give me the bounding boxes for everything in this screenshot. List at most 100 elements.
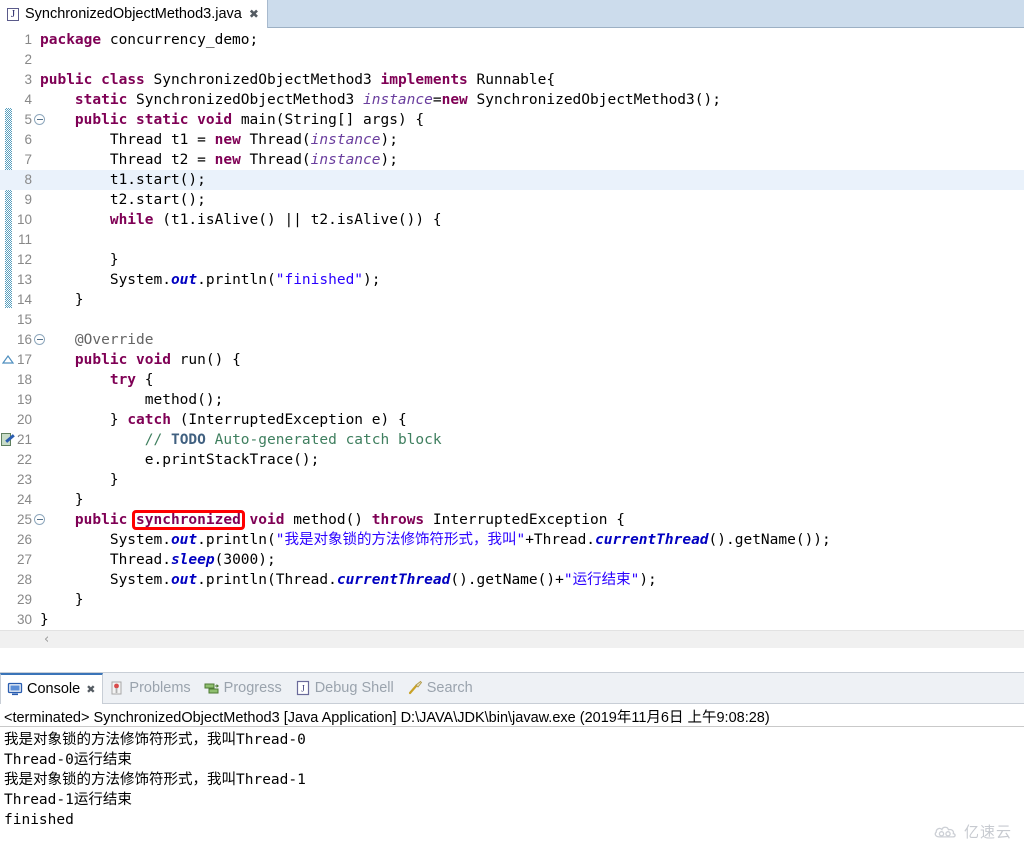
code-line-11[interactable]: 11 — [0, 230, 1024, 250]
code-line-29[interactable]: 29 } — [0, 590, 1024, 610]
todo-task-marker-icon — [1, 433, 15, 447]
code-editor[interactable]: 1 package concurrency_demo; 2 3 public class… — [0, 28, 1024, 648]
console-tab-search[interactable]: Search — [401, 673, 480, 704]
code-line-23[interactable]: 23 } — [0, 470, 1024, 490]
code-line-15[interactable]: 15 — [0, 310, 1024, 330]
code-text-line-26: System.out.println("我是对象锁的方法修饰符形式，我叫"+Th… — [40, 532, 831, 548]
code-line-18[interactable]: 18 try { — [0, 370, 1024, 390]
code-text-line-13: System.out.println("finished"); — [40, 272, 381, 288]
code-text-line-7: Thread t2 = new Thread(instance); — [40, 152, 398, 168]
code-text-line-3: public class SynchronizedObjectMethod3 i… — [40, 72, 556, 88]
line-number-3: 3 — [24, 72, 32, 87]
code-line-27[interactable]: 27 Thread.sleep(3000); — [0, 550, 1024, 570]
line-number-24: 24 — [16, 492, 32, 507]
console-tab-problems[interactable]: Problems — [103, 673, 197, 704]
line-number-12: 12 — [16, 252, 32, 267]
code-text-line-29: } — [40, 592, 84, 608]
code-line-25[interactable]: 25 public synchronized void method() thr… — [0, 510, 1024, 530]
code-line-9[interactable]: 9 t2.start(); — [0, 190, 1024, 210]
code-text-line-1: package concurrency_demo; — [40, 32, 259, 48]
code-line-8[interactable]: 8 t1.start(); — [0, 170, 1024, 190]
code-text-line-12: } — [40, 252, 119, 268]
line-number-8: 8 — [24, 172, 32, 187]
code-line-6[interactable]: 6 Thread t1 = new Thread(instance); — [0, 130, 1024, 150]
code-line-21[interactable]: 21 // TODO Auto-generated catch block — [0, 430, 1024, 450]
java-file-icon: J — [6, 7, 21, 22]
code-text-line-20: } catch (InterruptedException e) { — [40, 412, 407, 428]
line-number-4: 4 — [24, 92, 32, 107]
code-line-26[interactable]: 26 System.out.println("我是对象锁的方法修饰符形式，我叫"… — [0, 530, 1024, 550]
console-tab-label: Progress — [223, 680, 282, 696]
search-icon — [407, 680, 423, 696]
code-text-line-18: try { — [109, 372, 154, 388]
code-line-28[interactable]: 28 System.out.println(Thread.currentThre… — [0, 570, 1024, 590]
console-output-area[interactable]: <terminated> SynchronizedObjectMethod3 [… — [0, 704, 1024, 850]
line-number-23: 23 — [16, 472, 32, 487]
code-line-22[interactable]: 22 e.printStackTrace(); — [0, 450, 1024, 470]
console-tab-progress[interactable]: Progress — [198, 673, 289, 704]
code-text-line-8: t1.start(); — [40, 172, 206, 188]
console-tab-label: Search — [426, 680, 473, 696]
code-line-30[interactable]: 30} — [0, 610, 1024, 630]
line-number-2: 2 — [24, 52, 32, 67]
line-number-29: 29 — [16, 592, 32, 607]
code-line-3[interactable]: 3 public class SynchronizedObjectMethod3 … — [0, 70, 1024, 90]
code-text-line-16: @Override — [74, 332, 154, 348]
code-line-12[interactable]: 12 } — [0, 250, 1024, 270]
line-number-14: 14 — [16, 292, 32, 307]
code-text-line-4: static SynchronizedObjectMethod3 instanc… — [74, 92, 721, 108]
code-line-1[interactable]: 1 package concurrency_demo; — [0, 30, 1024, 50]
line-number-5: 5 — [24, 112, 32, 127]
code-text-line-25: public synchronized void method() throws… — [74, 512, 625, 528]
line-number-10: 10 — [16, 212, 32, 227]
line-number-16: 16 — [16, 332, 32, 347]
scroll-left-arrow-icon[interactable]: ‹ — [44, 633, 49, 647]
code-line-20[interactable]: 20 } catch (InterruptedException e) { — [0, 410, 1024, 430]
line-number-19: 19 — [16, 392, 32, 407]
code-line-10[interactable]: 10 while (t1.isAlive() || t2.isAlive()) … — [0, 210, 1024, 230]
code-text-line-10: while (t1.isAlive() || t2.isAlive()) { — [109, 212, 442, 228]
code-line-5[interactable]: 5 public static void main(String[] args)… — [0, 110, 1024, 130]
line-number-9: 9 — [24, 192, 32, 207]
close-icon[interactable]: ✖ — [86, 683, 95, 696]
code-line-24[interactable]: 24 } — [0, 490, 1024, 510]
code-line-19[interactable]: 19 method(); — [0, 390, 1024, 410]
console-icon — [7, 681, 23, 697]
code-line-13[interactable]: 13 System.out.println("finished"); — [0, 270, 1024, 290]
editor-tab-synchronizedobjectmethod3[interactable]: J SynchronizedObjectMethod3.java ✖ — [0, 0, 268, 28]
console-output-line: 我是对象锁的方法修饰符形式，我叫Thread-0 — [4, 732, 306, 748]
code-line-16[interactable]: 16 @Override — [0, 330, 1024, 350]
code-text-line-24: } — [40, 492, 84, 508]
editor-horizontal-scrollbar[interactable]: ‹ — [0, 630, 1024, 648]
line-number-13: 13 — [16, 272, 32, 287]
problems-icon — [109, 680, 125, 696]
line-number-1: 1 — [24, 32, 32, 47]
code-text-line-14: } — [40, 292, 84, 308]
console-output-line: Thread-1运行结束 — [4, 792, 132, 808]
code-line-4[interactable]: 4 static SynchronizedObjectMethod3 insta… — [0, 90, 1024, 110]
console-tab-debug-shell[interactable]: J Debug Shell — [289, 673, 401, 704]
cloud-icon — [934, 826, 956, 838]
close-icon[interactable]: ✖ — [249, 8, 259, 20]
code-line-17[interactable]: 17 public void run() { — [0, 350, 1024, 370]
console-tab-label: Debug Shell — [314, 680, 394, 696]
code-text-line-23: } — [40, 472, 119, 488]
line-number-20: 20 — [16, 412, 32, 427]
progress-icon — [204, 680, 220, 696]
console-output-line: Thread-0运行结束 — [4, 752, 132, 768]
code-text-line-21: // TODO Auto-generated catch block — [144, 432, 442, 448]
debug-shell-icon: J — [295, 680, 311, 696]
code-line-14[interactable]: 14 } — [0, 290, 1024, 310]
line-number-22: 22 — [16, 452, 32, 467]
code-text-line-9: t2.start(); — [40, 192, 206, 208]
code-text-line-19: method(); — [40, 392, 224, 408]
line-number-18: 18 — [16, 372, 32, 387]
code-line-7[interactable]: 7 Thread t2 = new Thread(instance); — [0, 150, 1024, 170]
console-tab-label: Console — [27, 681, 81, 697]
console-tab-console[interactable]: Console ✖ — [0, 672, 104, 704]
line-number-30: 30 — [16, 612, 32, 627]
line-number-27: 27 — [16, 552, 32, 567]
console-output-line: finished — [4, 812, 74, 828]
console-tab-label: Problems — [129, 680, 191, 696]
code-line-2[interactable]: 2 — [0, 50, 1024, 70]
